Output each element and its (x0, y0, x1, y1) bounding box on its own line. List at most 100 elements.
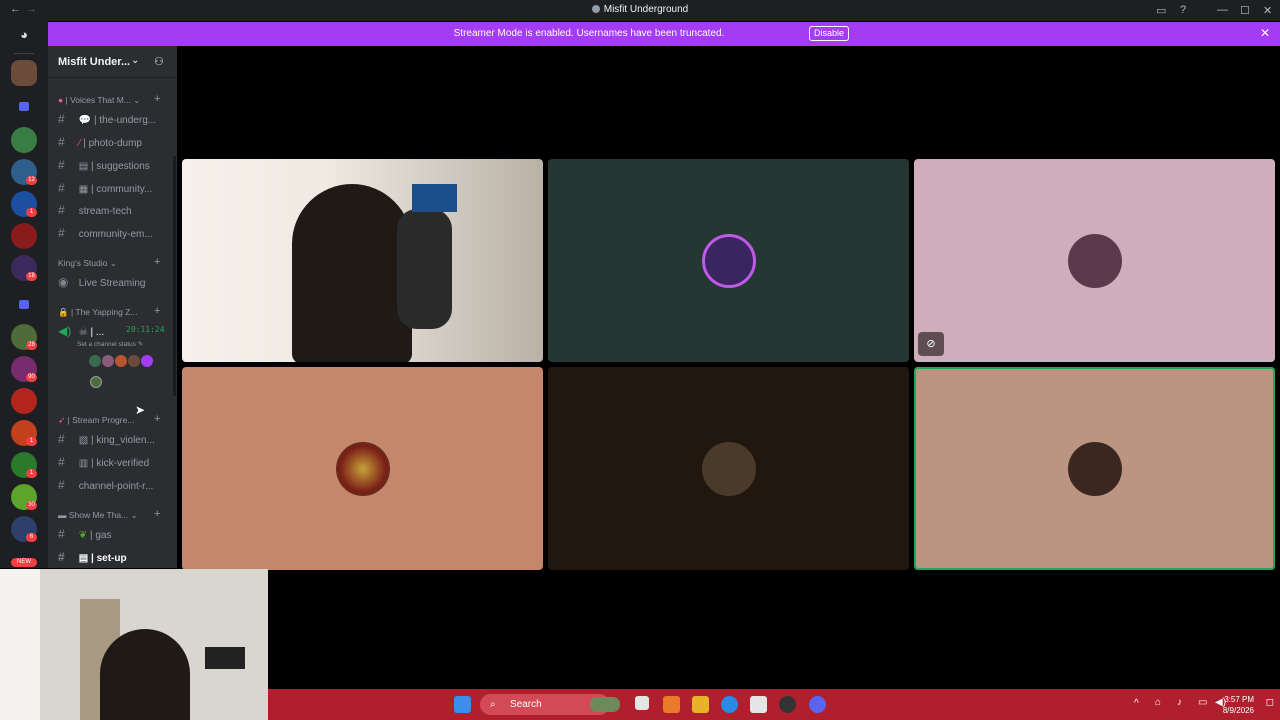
windows-taskbar: ⌕ Search ^ ⌂ ♪ ▭ ◀) 3:57 PM 8/9/2026 ◻ (268, 689, 1280, 720)
server-icon (591, 5, 600, 13)
inbox-icon[interactable]: ▭ (1156, 4, 1166, 17)
user-avatar (701, 233, 756, 288)
rocket-icon: ➶ (58, 415, 66, 425)
participant-avatar[interactable] (89, 355, 101, 367)
add-channel-icon[interactable]: + (154, 508, 160, 520)
close-banner-icon[interactable]: ✕ (1260, 26, 1270, 40)
mention-badge: 28 (26, 341, 37, 350)
webcam-overlay (0, 569, 268, 720)
text-channel-icon: # (58, 527, 65, 541)
participant-avatar[interactable] (141, 355, 153, 367)
category-show-me[interactable]: ▬ Show Me Tha... ⌄ + (58, 508, 160, 521)
window-titlebar: ← → Misfit Underground ▭ ? — ☐ ✕ (0, 0, 1280, 21)
server-name: Misfit Under... (58, 56, 131, 68)
new-badge: NEW (11, 558, 37, 567)
channel-stream-tech[interactable]: # stream-tech (58, 203, 132, 217)
channel-set-up[interactable]: # ▤ | set-up (58, 550, 127, 564)
camera-feed-monitor (412, 184, 457, 212)
video-tile-user[interactable]: ⊘ (914, 159, 1275, 362)
speech-bubble-icon: 💬 (78, 115, 92, 126)
voice-channel-active[interactable]: ◀) ☠ | ... 20:11:24 (58, 324, 165, 338)
banner-message: Streamer Mode is enabled. Usernames have… (453, 28, 725, 39)
channel-community[interactable]: # ▦ | community... (58, 181, 152, 195)
leaf-icon: ❦ (78, 530, 88, 541)
mention-badge: 1 (26, 469, 37, 478)
notifications-icon[interactable]: ◻ (1266, 697, 1274, 708)
chevron-up-icon[interactable]: ^ (1134, 698, 1139, 709)
channel-live-streaming[interactable]: ◉ Live Streaming (58, 275, 145, 289)
participant-avatar[interactable] (90, 376, 102, 388)
add-channel-icon[interactable]: + (154, 413, 160, 425)
file-explorer-icon[interactable] (692, 696, 709, 713)
channel-community-emotes[interactable]: # community-em... (58, 226, 153, 240)
window-title: Misfit Underground (0, 4, 1280, 15)
channel-status-hint[interactable]: Set a channel status ✎ (77, 340, 143, 348)
task-view-icon[interactable] (635, 696, 649, 710)
category-yapping[interactable]: 🔒 | The Yapping Z... + (58, 305, 160, 318)
add-channel-icon[interactable]: + (154, 93, 160, 105)
add-channel-icon[interactable]: + (154, 305, 160, 317)
folder-icon[interactable] (19, 300, 29, 309)
category-kings-studio[interactable]: King's Studio ⌄ + (58, 256, 160, 269)
copilot-icon[interactable] (663, 696, 680, 713)
text-channel-icon: # (58, 455, 65, 469)
close-window-icon[interactable]: ✕ (1263, 4, 1272, 17)
server-icon[interactable] (11, 127, 37, 153)
text-channel-icon: # (58, 550, 65, 564)
video-tile-user[interactable] (548, 367, 909, 570)
brush-icon: ⁄ (78, 138, 81, 149)
widgets-icon[interactable] (590, 697, 620, 712)
category-stream-progress[interactable]: ➶ | Stream Progre... + (58, 413, 160, 426)
discord-icon[interactable] (809, 696, 826, 713)
server-icon[interactable] (11, 223, 37, 249)
channel-king-violence[interactable]: # ▧ | king_violen... (58, 432, 155, 446)
bar-chart-icon: ▥ (78, 458, 89, 469)
channel-photo-dump[interactable]: # ⁄ | photo-dump (58, 135, 142, 149)
channel-kick-verified[interactable]: # ▥ | kick-verified (58, 455, 149, 469)
stage-channel-icon: ◉ (58, 275, 69, 289)
chevron-down-icon[interactable]: ⌄ (131, 55, 139, 66)
minimize-icon[interactable]: — (1217, 4, 1228, 16)
video-tile-user[interactable] (182, 367, 543, 570)
user-avatar (701, 441, 756, 496)
store-icon[interactable] (750, 696, 767, 713)
camera-feed-chair (397, 209, 452, 329)
discord-home-icon[interactable]: ◕ (12, 27, 36, 43)
participant-avatar[interactable] (102, 355, 114, 367)
speaker-icon: ◀) (58, 324, 72, 338)
add-channel-icon[interactable]: + (154, 256, 160, 268)
monitor-icon[interactable]: ▭ (1198, 697, 1207, 708)
channel-channel-point-rewards[interactable]: # channel-point-r... (58, 478, 153, 492)
brain-icon: ● (58, 95, 64, 105)
microphone-icon[interactable]: ♪ (1177, 697, 1182, 708)
maximize-icon[interactable]: ☐ (1240, 4, 1250, 17)
video-tile-user-speaking[interactable] (914, 367, 1275, 570)
invite-people-icon[interactable]: ⚇ (154, 55, 164, 68)
video-grid: ⊘ ➤ (135, 46, 1280, 689)
voice-timer: 20:11:24 (126, 325, 165, 334)
category-voices[interactable]: ● | Voices That M... ⌄ + (58, 93, 160, 106)
participant-avatar[interactable] (115, 355, 127, 367)
server-icon-misfit[interactable] (11, 60, 37, 86)
edge-browser-icon[interactable] (721, 696, 738, 713)
server-header[interactable]: Misfit Under... ⌄ ⚇ (48, 46, 177, 78)
channel-the-underground[interactable]: # 💬 | the-underg... (58, 112, 156, 126)
obs-icon[interactable] (779, 696, 796, 713)
folder-icon[interactable] (19, 102, 29, 111)
start-icon[interactable] (454, 696, 471, 713)
help-icon[interactable]: ? (1180, 4, 1186, 16)
board-icon: ▦ (78, 184, 89, 195)
video-tile-camera[interactable] (182, 159, 543, 362)
channel-gas[interactable]: # ❦ | gas (58, 527, 111, 541)
network-icon[interactable]: ⌂ (1155, 697, 1161, 708)
mention-badge: 90 (26, 373, 37, 382)
folder-icon: ▬ (58, 510, 67, 520)
server-icon[interactable] (11, 388, 37, 414)
webcam-monitor (205, 647, 245, 669)
taskbar-clock[interactable]: 3:57 PM 8/9/2026 (1223, 694, 1254, 716)
video-tile-user[interactable] (548, 159, 909, 362)
sidebar-scrollbar[interactable] (173, 156, 176, 396)
disable-streamer-mode-button[interactable]: Disable (809, 26, 849, 41)
participant-avatar[interactable] (128, 355, 140, 367)
channel-suggestions[interactable]: # ▤ | suggestions (58, 158, 150, 172)
